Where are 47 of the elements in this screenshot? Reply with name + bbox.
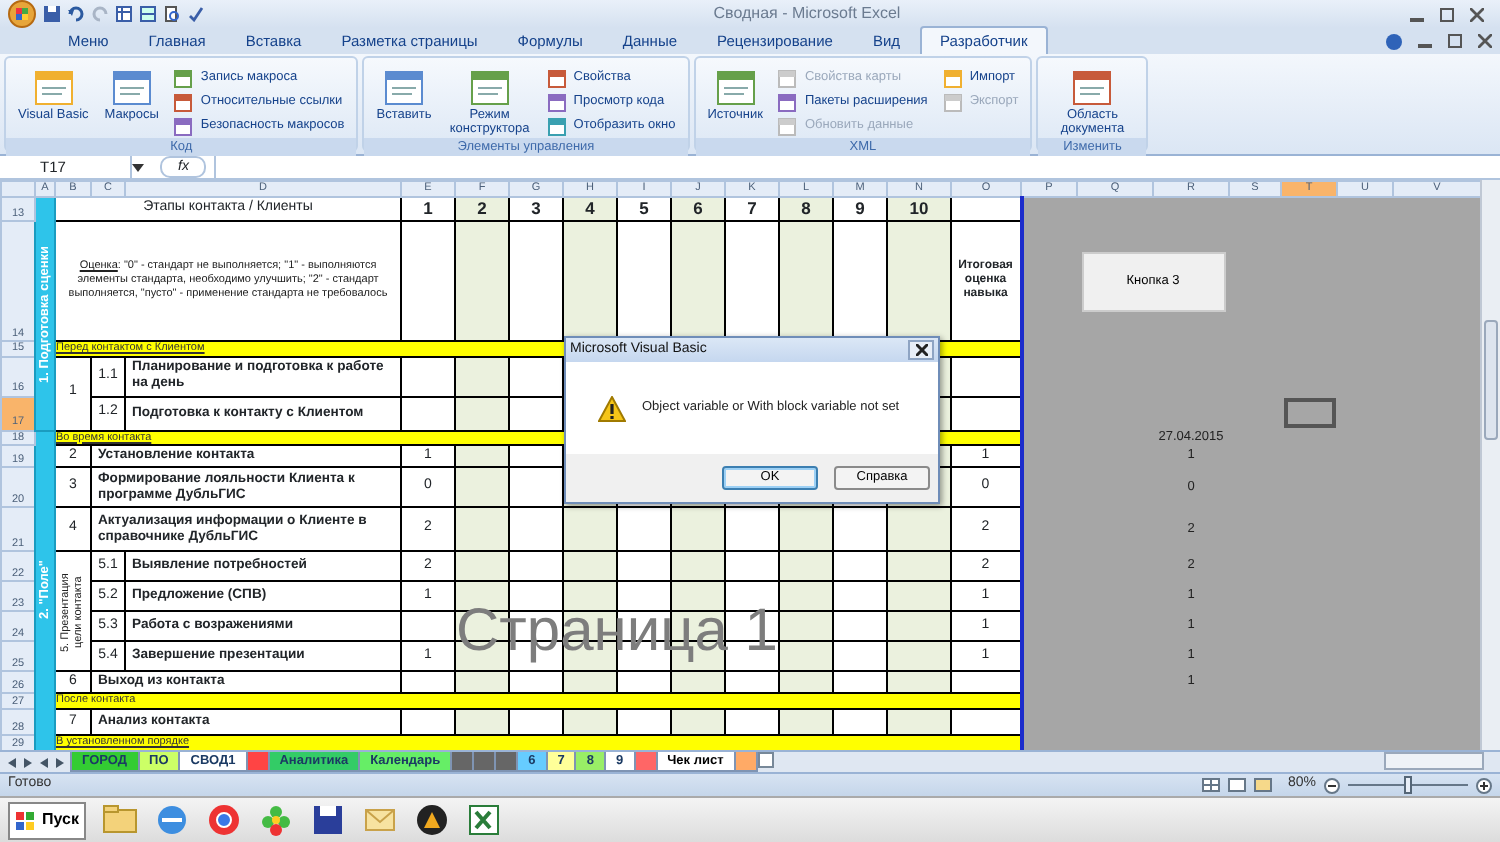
start-button[interactable]: Пуск: [8, 801, 87, 839]
window-icon[interactable]: [1072, 68, 1113, 108]
sheet-tab[interactable]: [494, 752, 519, 772]
window-icon[interactable]: [174, 93, 193, 111]
flower-icon[interactable]: [258, 802, 295, 838]
window-icon[interactable]: [778, 93, 797, 111]
caret-icon[interactable]: [132, 163, 144, 171]
folder-icon[interactable]: [102, 802, 139, 838]
undo-icon[interactable]: [68, 6, 84, 22]
close-icon[interactable]: [1478, 34, 1492, 48]
windows-logo-icon[interactable]: [16, 811, 34, 829]
zoom-out-icon[interactable]: [1324, 777, 1340, 793]
active-cell[interactable]: [1281, 396, 1337, 430]
close-icon: [915, 344, 927, 356]
page-layout-icon[interactable]: [1227, 778, 1246, 792]
window-title: Сводная - Microsoft Excel: [711, 2, 903, 26]
sheet-tab[interactable]: [633, 752, 658, 772]
window-icon[interactable]: [384, 68, 425, 108]
spreadsheet-icon[interactable]: [466, 802, 503, 838]
table-icon[interactable]: [116, 6, 132, 22]
window-icon[interactable]: [174, 69, 193, 87]
help-icon[interactable]: [1386, 33, 1402, 49]
zoom-slider-thumb[interactable]: [1404, 776, 1412, 794]
window-icon[interactable]: [547, 117, 566, 135]
window-icon[interactable]: [547, 93, 566, 111]
print-preview-icon[interactable]: [164, 6, 180, 22]
vertical-scrollbar[interactable]: [1480, 180, 1500, 750]
window-icon[interactable]: [547, 69, 566, 87]
close-button[interactable]: [908, 340, 934, 360]
window-icon[interactable]: [111, 68, 152, 108]
window-icon[interactable]: [174, 117, 193, 135]
office-orb-icon[interactable]: [8, 0, 36, 28]
close-icon[interactable]: [1470, 7, 1484, 21]
sheet-tab[interactable]: [245, 752, 270, 772]
zoom-in-icon[interactable]: [1476, 777, 1492, 793]
window-icon[interactable]: [469, 68, 510, 108]
circle-icon[interactable]: [414, 802, 451, 838]
window-icon[interactable]: [33, 68, 74, 108]
spellcheck-icon[interactable]: [188, 6, 204, 22]
horizontal-scrollbar[interactable]: [1384, 752, 1484, 770]
sheet-tab[interactable]: [733, 752, 758, 772]
table-icon[interactable]: [140, 6, 156, 22]
page-break-view-icon[interactable]: [1253, 778, 1272, 792]
window-icon[interactable]: [715, 68, 756, 108]
new-sheet-icon[interactable]: [757, 752, 776, 768]
warning-icon: [598, 395, 626, 421]
normal-view-icon[interactable]: [1201, 778, 1220, 792]
